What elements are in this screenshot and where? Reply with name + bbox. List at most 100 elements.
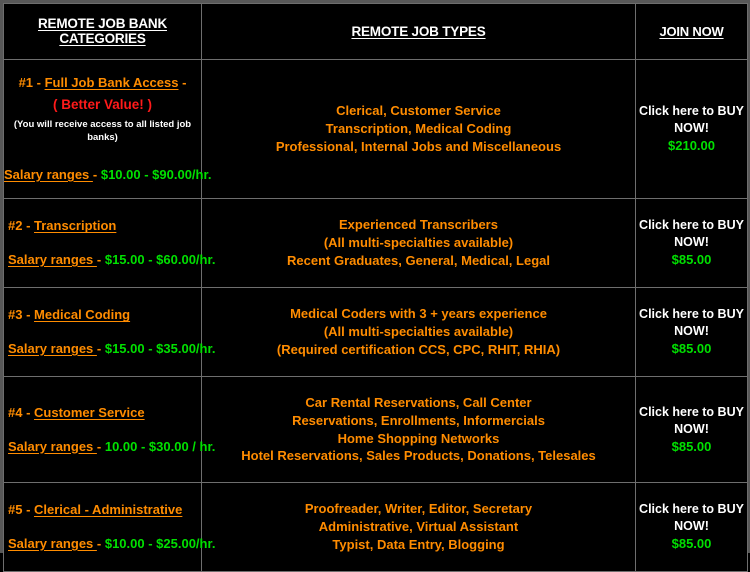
job-types-cell-5: Proofreader, Writer, Editor, Secretary A… (201, 482, 636, 572)
category-number-5: #5 - (8, 502, 35, 518)
buy-now-label-line2[interactable]: NOW! (636, 518, 747, 535)
buy-now-label-line2[interactable]: NOW! (636, 120, 747, 137)
buy-now-label-line1[interactable]: Click here to BUY (636, 103, 747, 120)
salary-amount-5: $10.00 - $25.00/hr. (104, 536, 216, 551)
category-title-5: #5 - Clerical - Administrative (8, 501, 201, 519)
category-link-3[interactable]: Medical Coding (34, 307, 130, 322)
buy-now-label-line2[interactable]: NOW! (636, 421, 747, 438)
table-row: #1 - Full Job Bank Access - ( Better Val… (3, 59, 748, 199)
job-types-cell-4: Car Rental Reservations, Call Center Res… (201, 376, 636, 483)
category-number-1: #1 - (18, 75, 45, 91)
buy-now-label-line1[interactable]: Click here to BUY (636, 306, 747, 323)
join-cell-3[interactable]: Click here to BUY NOW! $85.00 (635, 287, 748, 377)
price-label-2: $85.00 (671, 252, 712, 268)
better-value-badge-1: ( Better Value! ) (52, 96, 153, 112)
category-cell-3: #3 - Medical Coding Salary ranges - $15.… (3, 287, 215, 377)
salary-label-link-3[interactable]: Salary ranges (8, 341, 97, 356)
join-cell-5[interactable]: Click here to BUY NOW! $85.00 (635, 482, 748, 572)
job-type-line: Reservations, Enrollments, Informercials (292, 412, 545, 428)
table-row: #3 - Medical Coding Salary ranges - $15.… (3, 287, 748, 377)
salary-amount-3: $15.00 - $35.00/hr. (104, 341, 216, 356)
buy-now-label-line2[interactable]: NOW! (636, 234, 747, 251)
category-cell-4: #4 - Customer Service Salary ranges - 10… (3, 376, 215, 483)
price-label-1: $210.00 (668, 138, 715, 154)
category-title-3: #3 - Medical Coding (8, 306, 201, 324)
job-type-line: Transcription, Medical Coding (325, 121, 512, 137)
category-note-1: (You will receive access to all listed j… (13, 119, 192, 143)
pricing-table: REMOTE JOB BANK CATEGORIES REMOTE JOB TY… (3, 3, 748, 572)
salary-dash-3: - (96, 341, 105, 356)
category-link-1[interactable]: Full Job Bank Access (45, 75, 179, 90)
join-cell-1[interactable]: Click here to BUY NOW! $210.00 (635, 59, 748, 199)
table-row: #2 - Transcription Salary ranges - $15.0… (3, 198, 748, 288)
table-row: #5 - Clerical - Administrative Salary ra… (3, 482, 748, 572)
salary-amount-1: $10.00 - $90.00/hr. (100, 167, 212, 183)
join-cell-4[interactable]: Click here to BUY NOW! $85.00 (635, 376, 748, 483)
category-cell-1: #1 - Full Job Bank Access - ( Better Val… (3, 59, 211, 199)
category-link-2[interactable]: Transcription (34, 218, 116, 233)
salary-label-link-1[interactable]: Salary ranges (4, 167, 93, 182)
header-cell-job-types: REMOTE JOB TYPES (201, 3, 636, 60)
header-label-join-now: JOIN NOW (659, 23, 724, 39)
table-row: #4 - Customer Service Salary ranges - 10… (3, 376, 748, 483)
price-label-5: $85.00 (671, 536, 712, 552)
salary-amount-4: 10.00 - $30.00 / hr. (104, 438, 216, 454)
category-number-3: #3 - (8, 307, 35, 323)
job-type-line: Proofreader, Writer, Editor, Secretary (304, 501, 533, 517)
pricing-page: REMOTE JOB BANK CATEGORIES REMOTE JOB TY… (0, 0, 750, 572)
header-cell-categories: REMOTE JOB BANK CATEGORIES (3, 3, 202, 60)
category-title-2: #2 - Transcription (8, 217, 201, 235)
category-link-5[interactable]: Clerical - Administrative (34, 502, 182, 517)
price-label-4: $85.00 (671, 438, 712, 454)
category-title-1: #1 - Full Job Bank Access - (4, 74, 201, 92)
buy-now-label-line2[interactable]: NOW! (636, 323, 747, 340)
salary-label-link-5[interactable]: Salary ranges (8, 536, 97, 551)
salary-range-5: Salary ranges - $10.00 - $25.00/hr. (8, 535, 215, 553)
buy-now-label-line1[interactable]: Click here to BUY (636, 217, 747, 234)
job-type-line: (Required certification CCS, CPC, RHIT, … (276, 341, 561, 357)
job-type-line: Car Rental Reservations, Call Center (305, 394, 532, 410)
salary-range-1: Salary ranges - $10.00 - $90.00/hr. (4, 166, 211, 184)
join-cell-2[interactable]: Click here to BUY NOW! $85.00 (635, 198, 748, 288)
job-type-line: Clerical, Customer Service (336, 103, 501, 119)
category-cell-5: #5 - Clerical - Administrative Salary ra… (3, 482, 215, 572)
job-type-line: Administrative, Virtual Assistant (318, 519, 519, 535)
job-type-line: Professional, Internal Jobs and Miscella… (275, 138, 562, 154)
job-type-line: Experienced Transcribers (339, 217, 498, 233)
salary-dash-1: - (92, 167, 101, 183)
table-body: #1 - Full Job Bank Access - ( Better Val… (3, 59, 748, 572)
job-type-line: (All multi-specialties available) (323, 235, 514, 251)
job-type-line: Medical Coders with 3 + years experience (290, 306, 547, 322)
job-type-line: Hotel Reservations, Sales Products, Dona… (241, 448, 596, 464)
buy-now-label-line1[interactable]: Click here to BUY (636, 501, 747, 518)
table-header: REMOTE JOB BANK CATEGORIES REMOTE JOB TY… (3, 3, 748, 60)
salary-range-3: Salary ranges - $15.00 - $35.00/hr. (8, 340, 215, 358)
header-label-job-types: REMOTE JOB TYPES (351, 23, 486, 39)
buy-now-label-line1[interactable]: Click here to BUY (636, 404, 747, 421)
job-type-line: Home Shopping Networks (337, 430, 500, 446)
salary-range-4: Salary ranges - 10.00 - $30.00 / hr. (8, 438, 215, 456)
job-type-line: (All multi-specialties available) (323, 324, 514, 340)
job-type-line: Recent Graduates, General, Medical, Lega… (287, 252, 550, 268)
job-types-cell-2: Experienced Transcribers (All multi-spec… (201, 198, 636, 288)
salary-dash-4: - (96, 438, 105, 454)
category-title-suffix-1: - (178, 75, 187, 91)
header-row: REMOTE JOB BANK CATEGORIES REMOTE JOB TY… (3, 3, 748, 60)
category-title-4: #4 - Customer Service (8, 404, 201, 422)
job-types-cell-1: Clerical, Customer Service Transcription… (201, 59, 636, 199)
category-number-4: #4 - (8, 404, 35, 420)
job-types-cell-3: Medical Coders with 3 + years experience… (201, 287, 636, 377)
salary-label-link-4[interactable]: Salary ranges (8, 439, 97, 454)
category-number-2: #2 - (8, 218, 35, 234)
category-link-4[interactable]: Customer Service (34, 405, 145, 420)
header-label-categories: REMOTE JOB BANK CATEGORIES (37, 15, 167, 46)
job-type-line: Typist, Data Entry, Blogging (332, 536, 505, 552)
salary-range-2: Salary ranges - $15.00 - $60.00/hr. (8, 251, 215, 269)
salary-label-link-2[interactable]: Salary ranges (8, 252, 97, 267)
price-label-3: $85.00 (671, 341, 712, 357)
